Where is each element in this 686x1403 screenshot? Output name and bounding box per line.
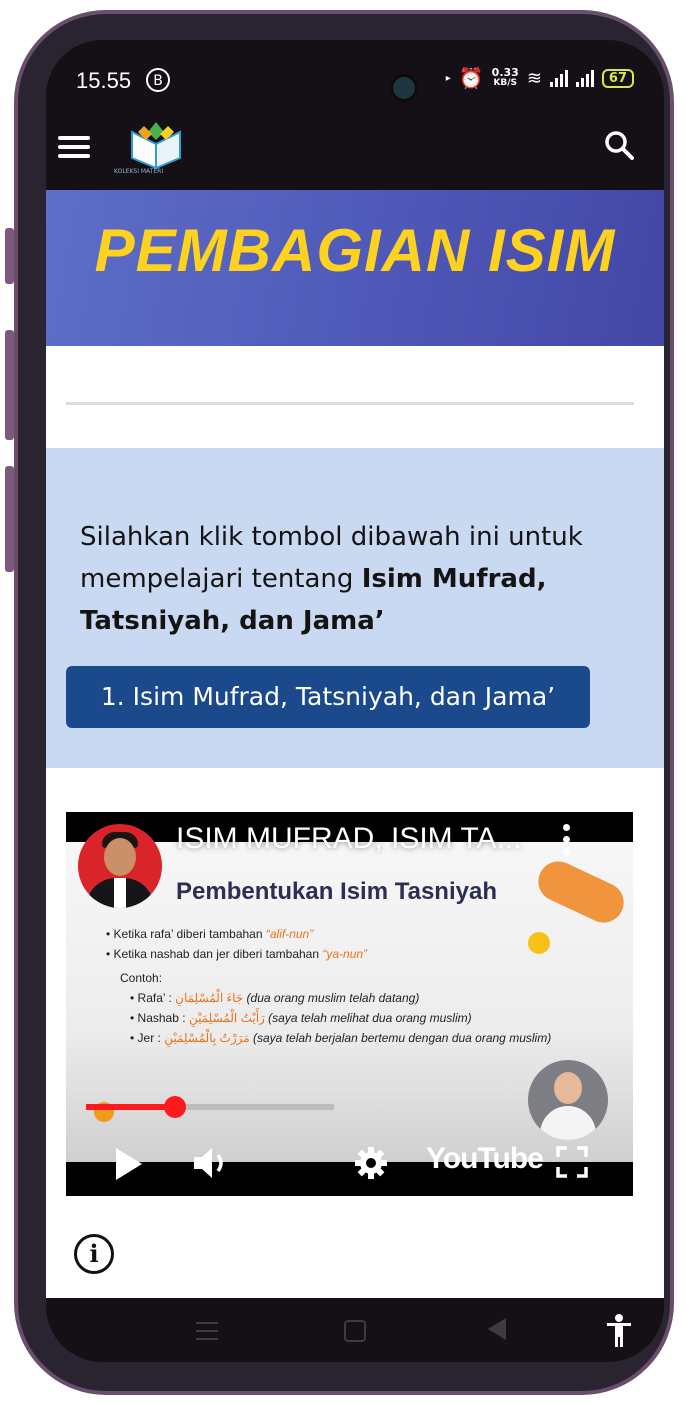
settings-icon[interactable] — [354, 1146, 388, 1180]
wifi-icon: ≋ — [526, 67, 542, 89]
example-case: Jer — [137, 1031, 155, 1045]
example-arabic: جَاءَ الْمُسْلِمَانِ — [175, 991, 244, 1005]
home-icon[interactable] — [344, 1320, 366, 1342]
page-title: PEMBAGIAN ISIM — [94, 217, 616, 284]
example-arabic: مَرَرْتُ بِالْمُسْلِمَيْنِ — [164, 1031, 250, 1045]
channel-avatar[interactable] — [78, 824, 162, 908]
divider — [66, 402, 634, 405]
status-icons: ▸ ⏰ 0.33 KB/S ≋ 67 — [446, 66, 634, 90]
slide-bullet: • Ketika rafa’ diberi tambahan “alif-nun… — [106, 927, 314, 941]
volume-down-button — [5, 330, 14, 440]
status-time: 15.55 — [76, 68, 132, 93]
net-speed-unit: KB/S — [493, 78, 518, 88]
net-speed-value: 0.33 — [491, 66, 519, 79]
example-meaning: (saya telah berjalan bertemu dengan dua … — [253, 1031, 552, 1045]
device-screen: 15.55 B ▸ ⏰ 0.33 KB/S ≋ 67 KOLEKSI MATER… — [46, 40, 664, 1362]
site-logo[interactable] — [126, 118, 186, 172]
video-title[interactable]: ISIM MUFRAD, ISIM TA... — [176, 822, 522, 856]
recents-icon[interactable] — [196, 1322, 218, 1340]
info-text: Silahkan klik tombol dibawah ini untuk m… — [80, 516, 640, 642]
example-row: • Rafa’ : جَاءَ الْمُسْلِمَانِ (dua oran… — [130, 991, 420, 1005]
youtube-logo[interactable]: YouTube — [426, 1142, 544, 1176]
slide-bullet: • Ketika nashab dan jer diberi tambahan … — [106, 947, 368, 961]
signal-icon-2 — [575, 69, 594, 87]
battery-icon: 67 — [601, 68, 634, 88]
example-row: • Nashab : رَأَيْتُ الْمُسْلِمَيْنِ (say… — [130, 1011, 472, 1025]
back-icon[interactable] — [488, 1318, 506, 1340]
alarm-icon: ⏰ — [458, 66, 484, 90]
signal-icon-1 — [549, 69, 568, 87]
accessibility-icon[interactable] — [606, 1314, 632, 1348]
front-camera — [390, 74, 418, 102]
page-content: PEMBAGIAN ISIM Silahkan klik tombol diba… — [46, 190, 664, 1298]
play-icon[interactable] — [116, 1148, 142, 1180]
system-nav-bar — [46, 1298, 664, 1362]
status-bar: 15.55 B ▸ ⏰ 0.33 KB/S ≋ 67 — [46, 58, 664, 108]
hamburger-icon[interactable] — [58, 136, 90, 158]
bluetooth-icon: ▸ — [445, 72, 451, 84]
decor-shape — [531, 854, 631, 930]
bullet-highlight: “ya-nun” — [322, 947, 368, 961]
logo-text: KOLEKSI MATERI — [114, 168, 164, 175]
volume-icon[interactable] — [192, 1146, 232, 1180]
isim-mufrad-button[interactable]: 1. Isim Mufrad, Tatsniyah, dan Jama’ — [66, 666, 590, 728]
info-icon[interactable]: i — [74, 1234, 114, 1274]
example-case: Rafa’ — [137, 991, 166, 1005]
notification-badge: B — [146, 68, 170, 92]
example-arabic: رَأَيْتُ الْمُسْلِمَيْنِ — [188, 1011, 265, 1025]
example-label: Contoh: — [120, 971, 163, 985]
slide-content: • Ketika rafa’ diberi tambahan “alif-nun… — [106, 924, 600, 1048]
network-speed: 0.33 KB/S — [492, 67, 519, 89]
video-controls: YouTube — [66, 1112, 633, 1196]
video-progress-bar[interactable] — [86, 1096, 334, 1118]
info-box: Silahkan klik tombol dibawah ini untuk m… — [46, 448, 664, 768]
fullscreen-icon[interactable] — [556, 1146, 588, 1178]
power-button — [5, 466, 14, 572]
search-icon[interactable] — [604, 130, 634, 160]
more-options-icon[interactable] — [561, 824, 571, 864]
bullet-highlight: “alif-nun” — [265, 927, 314, 941]
progress-fill — [86, 1104, 176, 1110]
example-meaning: (saya telah melihat dua orang muslim) — [268, 1011, 472, 1025]
volume-up-button — [5, 228, 14, 284]
example-meaning: (dua orang muslim telah datang) — [246, 991, 420, 1005]
example-case: Nashab — [137, 1011, 179, 1025]
slide-title: Pembentukan Isim Tasniyah — [176, 878, 497, 905]
bullet-text: Ketika nashab dan jer diberi tambahan — [113, 947, 323, 961]
page-banner: PEMBAGIAN ISIM — [46, 190, 664, 346]
bullet-text: Ketika rafa’ diberi tambahan — [113, 927, 266, 941]
example-row: • Jer : مَرَرْتُ بِالْمُسْلِمَيْنِ (saya… — [130, 1031, 552, 1045]
app-bar: KOLEKSI MATERI — [46, 108, 664, 190]
video-player[interactable]: Pembentukan Isim Tasniyah • Ketika rafa’… — [66, 812, 633, 1196]
